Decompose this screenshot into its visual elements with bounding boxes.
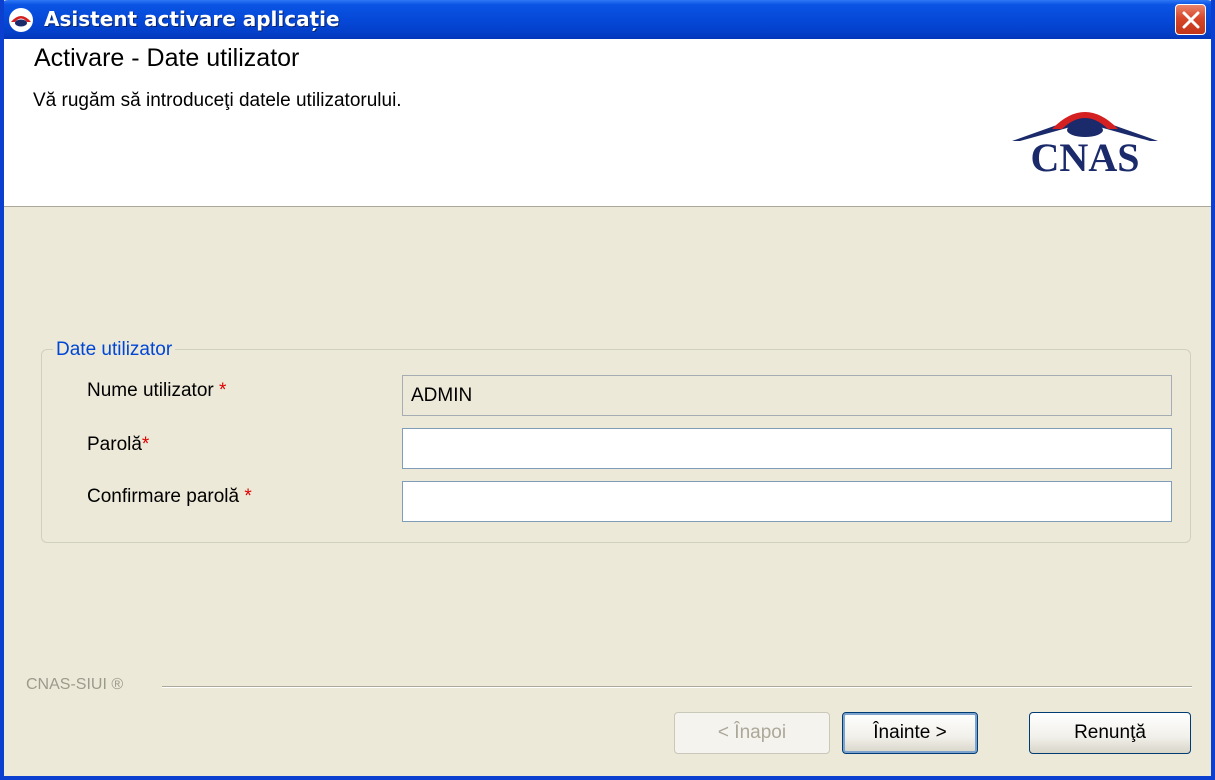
password-input[interactable] [402, 428, 1172, 469]
page-subtitle: Vă rugăm să introduceţi datele utilizato… [33, 90, 402, 111]
cnas-app-icon [8, 7, 34, 33]
username-label: Nume utilizator * [87, 380, 226, 402]
username-label-text: Nume utilizator [87, 380, 214, 401]
title-bar[interactable]: Asistent activare aplicație [4, 0, 1211, 39]
confirm-password-label-text: Confirmare parolă [87, 486, 240, 507]
groupbox-legend: Date utilizator [53, 339, 176, 361]
next-button[interactable]: Înainte > [842, 712, 978, 754]
window-title: Asistent activare aplicație [44, 7, 340, 31]
cnas-logo: CNAS [1012, 112, 1158, 175]
password-label: Parolă* [87, 434, 149, 456]
required-marker: * [219, 380, 227, 401]
footer-separator [162, 686, 1192, 688]
cancel-button[interactable]: Renunţă [1029, 712, 1191, 754]
confirm-password-label: Confirmare parolă * [87, 486, 252, 508]
password-label-text: Parolă [87, 434, 142, 455]
footer-brand: CNAS-SIUI ® [26, 676, 124, 693]
back-button[interactable]: < Înapoi [674, 712, 830, 754]
required-marker: * [244, 486, 252, 507]
username-input[interactable] [402, 375, 1172, 416]
logo-text: CNAS [1031, 135, 1140, 175]
close-icon [1182, 11, 1200, 29]
activation-wizard-window: Asistent activare aplicație Activare - D… [0, 0, 1215, 780]
close-button[interactable] [1175, 4, 1206, 35]
page-title: Activare - Date utilizator [34, 44, 300, 72]
required-marker: * [141, 434, 150, 455]
confirm-password-input[interactable] [402, 481, 1172, 522]
